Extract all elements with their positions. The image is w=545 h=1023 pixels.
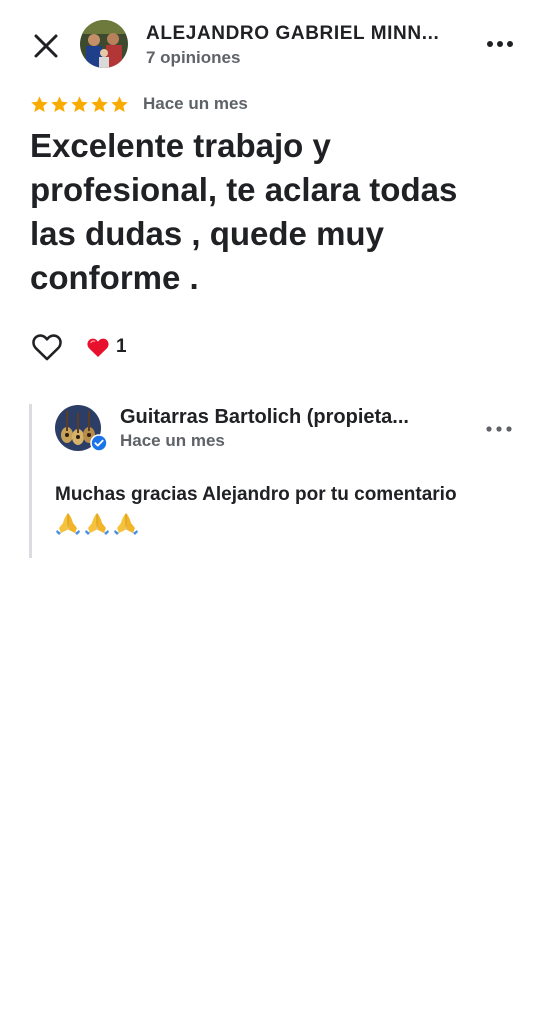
folded-hands-icon — [56, 513, 80, 535]
star-icon — [91, 96, 108, 113]
close-button[interactable] — [28, 28, 64, 64]
owner-name[interactable]: Guitarras Bartolich (propieta... — [120, 406, 460, 429]
verified-badge — [90, 434, 108, 452]
reply-indent-bar — [29, 404, 32, 558]
folded-hands-icon — [85, 513, 109, 535]
reply-emoji-row — [55, 510, 139, 536]
red-heart-icon — [87, 338, 109, 357]
folded-hands-icon — [114, 513, 138, 535]
star-icon — [51, 96, 68, 113]
more-horizontal-icon — [487, 41, 513, 47]
author-name[interactable]: ALEJANDRO GABRIEL MINN... — [146, 23, 466, 45]
more-horizontal-icon — [486, 426, 512, 432]
reply-text: Muchas gracias Alejandro por tu comentar… — [55, 484, 457, 505]
reply-date: Hace un mes — [120, 431, 225, 450]
like-button[interactable] — [30, 330, 64, 364]
author-avatar[interactable] — [80, 20, 128, 68]
reaction-count: 1 — [116, 336, 127, 357]
star-rating — [30, 95, 129, 115]
review-text: Excelente trabajo y profesional, te acla… — [30, 127, 458, 296]
star-icon — [31, 96, 48, 113]
review-more-button[interactable] — [484, 32, 516, 56]
star-icon — [111, 96, 128, 113]
reaction-summary[interactable]: 1 — [86, 336, 127, 358]
verified-badge-icon — [90, 434, 108, 452]
star-icon — [71, 96, 88, 113]
author-review-count: 7 opiniones — [146, 48, 241, 67]
author-photo — [80, 20, 128, 68]
reply-more-button[interactable] — [484, 418, 514, 440]
close-icon — [34, 34, 58, 58]
heart-outline-icon — [32, 334, 62, 361]
review-date: Hace un mes — [143, 94, 248, 113]
